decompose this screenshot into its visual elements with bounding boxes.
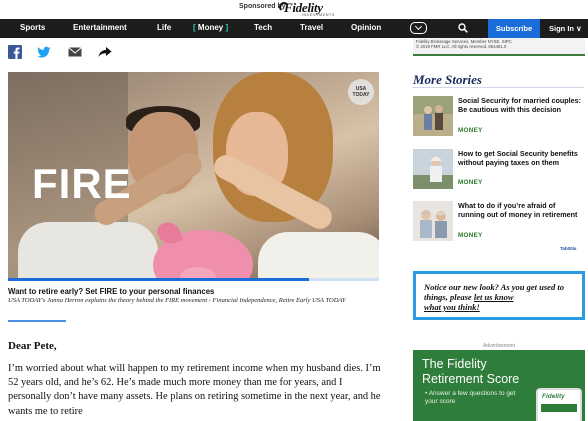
- facebook-icon[interactable]: [8, 45, 22, 59]
- ad-bullet: • Answer a few questions to get your sco…: [425, 390, 516, 405]
- nav-item-travel[interactable]: Travel: [300, 23, 323, 32]
- ad-disclaimer: Fidelity Brokerage Services, Member NYSE…: [413, 38, 585, 56]
- advertisement-label: Advertisement: [483, 343, 515, 349]
- nav-item-entertainment[interactable]: Entertainment: [73, 23, 127, 32]
- signin-button[interactable]: Sign In ∨: [549, 24, 582, 33]
- nav-item-life[interactable]: Life: [157, 23, 171, 32]
- video-caption-body: USA TODAY's Janna Herron explains the th…: [8, 297, 346, 304]
- hero-overlay-title: FIRE: [32, 160, 132, 207]
- hero-woman-shirt: [258, 232, 379, 281]
- video-progress-track[interactable]: [8, 278, 379, 281]
- taboola-logo[interactable]: Tab00la: [560, 246, 576, 251]
- video-caption-title[interactable]: Want to retire early? Set FIRE to your p…: [8, 287, 380, 296]
- nav-item-sports[interactable]: Sports: [20, 23, 45, 32]
- article-salutation: Dear Pete,: [8, 340, 57, 352]
- story-title[interactable]: How to get Social Security benefits with…: [458, 149, 584, 167]
- chevron-down-icon: ∨: [576, 24, 582, 33]
- notice-link[interactable]: what you think!: [424, 302, 574, 312]
- search-icon[interactable]: [458, 23, 468, 33]
- signin-label: Sign In: [549, 24, 574, 33]
- more-menu-chevron-icon[interactable]: [410, 22, 427, 34]
- story-thumbnail: [413, 96, 453, 136]
- fidelity-ad[interactable]: The Fidelity Retirement Score • Answer a…: [413, 350, 585, 421]
- hero-video[interactable]: FIRE USA TODAY: [8, 72, 379, 281]
- twitter-icon[interactable]: [37, 45, 51, 59]
- story-thumbnail: [413, 149, 453, 189]
- email-icon[interactable]: [68, 45, 82, 59]
- story-title[interactable]: Social Security for married couples: Be …: [458, 96, 584, 114]
- ad-headline-line2: Retirement Score: [422, 372, 520, 386]
- story-tag[interactable]: MONEY: [458, 179, 483, 186]
- usa-today-badge: USA TODAY: [348, 79, 374, 105]
- article-paragraph: I’m worried about what will happen to my…: [8, 363, 381, 417]
- ad-phone-bar: [541, 404, 577, 412]
- nav-item-opinion[interactable]: Opinion: [351, 23, 381, 32]
- caption-divider: [8, 320, 66, 322]
- disclaimer-line: © 2019 FMR LLC. All rights reserved. 862…: [416, 44, 507, 49]
- story-item[interactable]: What to do if you’re afraid of running o…: [413, 199, 585, 243]
- nav-item-money[interactable]: [ Money ]: [193, 23, 228, 32]
- bracket-right: ]: [225, 23, 229, 32]
- nav-item-tech[interactable]: Tech: [254, 23, 272, 32]
- more-stories-heading: More Stories: [413, 72, 482, 87]
- sponsor-logo-sub: INVESTMENTS: [302, 12, 335, 17]
- story-item[interactable]: Social Security for married couples: Be …: [413, 94, 585, 138]
- story-item[interactable]: How to get Social Security benefits with…: [413, 147, 585, 191]
- story-tag[interactable]: MONEY: [458, 232, 483, 239]
- nav-item-money-label: Money: [197, 23, 224, 32]
- video-progress-fill: [8, 278, 309, 281]
- hero-man-shirt: [18, 222, 158, 281]
- feedback-notice: Notice our new look? As you get used to …: [413, 271, 585, 320]
- story-tag[interactable]: MONEY: [458, 127, 483, 134]
- share-arrow-icon[interactable]: [98, 45, 112, 59]
- story-title[interactable]: What to do if you’re afraid of running o…: [458, 201, 584, 219]
- sponsor-bar: Sponsored by Fidelity INVESTMENTS: [0, 0, 588, 19]
- notice-text: Notice our new look? As you get used to …: [424, 282, 574, 302]
- top-nav: Sports Entertainment Life [ Money ] Tech…: [0, 19, 588, 38]
- story-thumbnail: [413, 201, 453, 241]
- ad-headline-line1: The Fidelity: [422, 357, 487, 371]
- bracket-left: [: [193, 23, 196, 32]
- more-stories-divider: [412, 87, 584, 88]
- ad-phone-logo: Fidelity: [542, 393, 565, 400]
- subscribe-button[interactable]: Subscribe: [488, 19, 540, 38]
- notice-link-prefix[interactable]: let us know: [474, 292, 514, 302]
